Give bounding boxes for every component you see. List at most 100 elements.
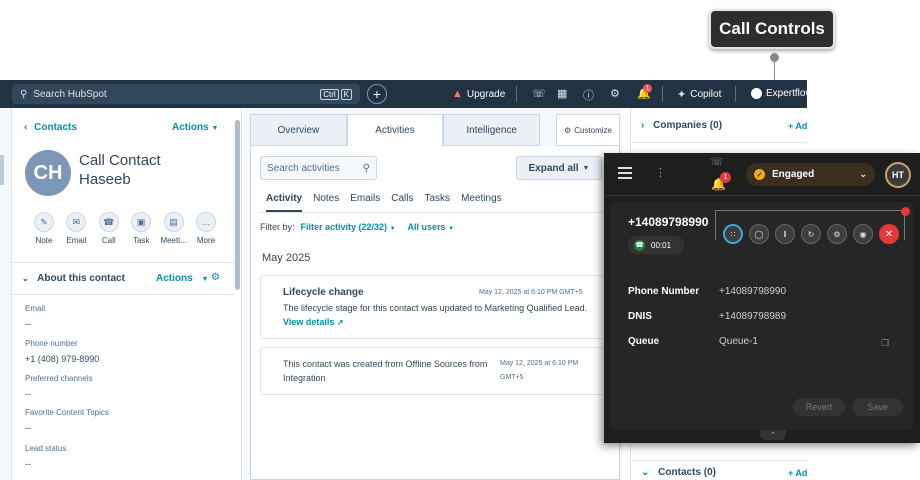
caret-down-icon: ▼ xyxy=(211,125,219,132)
about-actions-menu[interactable]: Actions ▼ xyxy=(156,273,208,284)
save-button[interactable]: Save xyxy=(852,398,903,416)
revert-button[interactable]: Revert xyxy=(793,398,845,416)
settings-gear-icon[interactable]: ⚙ xyxy=(211,272,220,283)
email-action[interactable]: ✉ Email xyxy=(62,212,90,245)
account-menu[interactable]: Expertflow xyxy=(751,88,813,99)
upgrade-button[interactable]: ▲ Upgrade xyxy=(452,88,505,100)
section-divider xyxy=(12,294,235,295)
email-label: Email xyxy=(66,236,87,245)
microphone-icon[interactable]: ◯ xyxy=(749,224,769,244)
filter-activity-dropdown[interactable]: Filter activity (22/32) ▼ xyxy=(301,222,396,232)
phone-icon: ☎ xyxy=(634,239,645,251)
property-favorite-topics[interactable]: Favorite Content Topics -- xyxy=(25,408,109,433)
caret-down-icon: ▼ xyxy=(582,164,590,172)
tab-intelligence[interactable]: Intelligence xyxy=(443,114,541,146)
expand-all-label: Expand all xyxy=(528,162,579,174)
subtab-meetings[interactable]: Meetings xyxy=(461,193,502,212)
month-header: May 2025 xyxy=(262,252,311,264)
back-to-contacts-link[interactable]: ‹ Contacts xyxy=(24,122,77,133)
customize-button[interactable]: ⚙ Customize xyxy=(556,114,620,146)
all-users-dropdown[interactable]: All users ▼ xyxy=(408,222,455,232)
end-call-icon[interactable]: ✕ xyxy=(879,224,899,244)
contacts-section-header[interactable]: ⌄ Contacts (0) xyxy=(641,467,716,478)
marketplace-icon[interactable]: ▦ xyxy=(557,87,567,100)
sidebar-scrollbar[interactable] xyxy=(235,120,240,290)
record-icon[interactable]: ◉ xyxy=(853,224,873,244)
caller-number: +14089798990 xyxy=(628,215,709,229)
subtab-notes[interactable]: Notes xyxy=(313,193,339,212)
search-activities-input[interactable]: Search activities ⚲ xyxy=(260,156,377,180)
search-icon: ⚲ xyxy=(20,88,28,100)
hold-icon[interactable]: ‖ xyxy=(775,224,795,244)
more-vertical-icon[interactable]: ⋮ xyxy=(655,166,666,179)
more-action[interactable]: … More xyxy=(192,212,220,245)
meeting-action[interactable]: ▤ Meeti... xyxy=(160,212,188,245)
transfer-icon[interactable]: ↻ xyxy=(801,224,821,244)
tab-activities[interactable]: Activities xyxy=(346,114,444,146)
note-label: Note xyxy=(35,236,53,245)
companies-section-header[interactable]: › Companies (0) xyxy=(641,120,722,131)
back-label: Contacts xyxy=(34,122,77,133)
gear-icon[interactable]: ⚙ xyxy=(610,87,620,100)
agent-avatar[interactable]: HT xyxy=(885,162,911,188)
widget-collapse-handle[interactable]: ⌃ xyxy=(760,430,786,440)
section-divider xyxy=(631,460,807,461)
help-icon[interactable]: ⓘ xyxy=(583,87,594,103)
note-icon: ✎ xyxy=(34,212,54,232)
view-details-link[interactable]: View details ↗ xyxy=(283,317,344,327)
field-value: +14089798989 xyxy=(719,311,787,322)
property-lead-status[interactable]: Lead status -- xyxy=(25,444,66,469)
search-activities-placeholder: Search activities xyxy=(267,162,340,174)
property-value: -- xyxy=(25,423,31,433)
contact-actions-menu[interactable]: Actions ▼ xyxy=(172,122,218,133)
add-company-link[interactable]: + Ad xyxy=(788,121,807,131)
contacts-label: Contacts (0) xyxy=(658,467,716,478)
calling-icon[interactable]: ☏ xyxy=(532,87,546,100)
left-rail-handle[interactable] xyxy=(0,155,4,185)
hamburger-menu-icon[interactable] xyxy=(618,167,632,179)
subtab-calls[interactable]: Calls xyxy=(391,193,413,212)
card-text: The lifecycle stage for this contact was… xyxy=(283,303,588,313)
chevron-down-icon: ⌄ xyxy=(22,274,29,283)
field-label: Phone Number xyxy=(628,286,700,297)
create-button[interactable]: + xyxy=(367,84,387,104)
section-divider xyxy=(631,142,807,143)
copy-icon[interactable]: ❐ xyxy=(877,335,893,351)
section-divider xyxy=(12,262,235,263)
property-preferred-channels[interactable]: Preferred channels -- xyxy=(25,374,93,399)
about-actions-label: Actions xyxy=(156,273,193,284)
notification-badge: 1 xyxy=(720,172,731,183)
property-phone[interactable]: Phone number +1 (408) 979-8990 xyxy=(25,339,99,364)
phone-icon[interactable]: ☏ xyxy=(710,155,724,168)
call-controls: ∷ ◯ ‖ ↻ ⚙ ◉ ✕ xyxy=(723,224,899,244)
field-value: Queue-1 xyxy=(719,336,758,347)
property-value: +1 (408) 979-8990 xyxy=(25,354,100,364)
property-email[interactable]: Email -- xyxy=(25,304,45,329)
consult-icon[interactable]: ⚙ xyxy=(827,224,847,244)
copilot-button[interactable]: ✦ Copilot xyxy=(677,88,721,101)
account-avatar xyxy=(751,88,762,99)
property-label: Favorite Content Topics xyxy=(25,408,109,417)
about-section-header[interactable]: ⌄ About this contact xyxy=(22,273,125,284)
agent-status-dropdown[interactable]: ✓ Engaged ⌄ xyxy=(746,163,875,186)
about-title: About this contact xyxy=(37,273,125,284)
card-body: The lifecycle stage for this contact was… xyxy=(283,301,588,330)
task-icon: ▣ xyxy=(131,212,152,232)
property-label: Lead status xyxy=(25,444,67,453)
expand-all-button[interactable]: Expand all ▼ xyxy=(516,156,602,180)
call-action[interactable]: ☎ Call xyxy=(95,212,123,245)
task-action[interactable]: ▣ Task xyxy=(127,212,155,245)
subtab-emails[interactable]: Emails xyxy=(350,193,380,212)
subtab-activity[interactable]: Activity xyxy=(266,193,303,212)
card-date-line1: May 12, 2025 at 6:10 PM xyxy=(500,360,579,367)
filter-activity-label: Filter activity (22/32) xyxy=(300,222,388,232)
note-action[interactable]: ✎ Note xyxy=(30,212,58,245)
search-icon: ⚲ xyxy=(362,162,370,174)
subtab-tasks[interactable]: Tasks xyxy=(425,193,451,212)
global-search[interactable]: ⚲ Search HubSpot Ctrl K xyxy=(12,84,360,104)
dialpad-icon[interactable]: ∷ xyxy=(723,224,743,244)
tab-overview[interactable]: Overview xyxy=(250,114,347,146)
caret-down-icon: ▼ xyxy=(201,276,209,283)
contact-name: Call Contact Haseeb xyxy=(79,151,229,189)
add-contact-link[interactable]: + Ad xyxy=(788,468,807,478)
